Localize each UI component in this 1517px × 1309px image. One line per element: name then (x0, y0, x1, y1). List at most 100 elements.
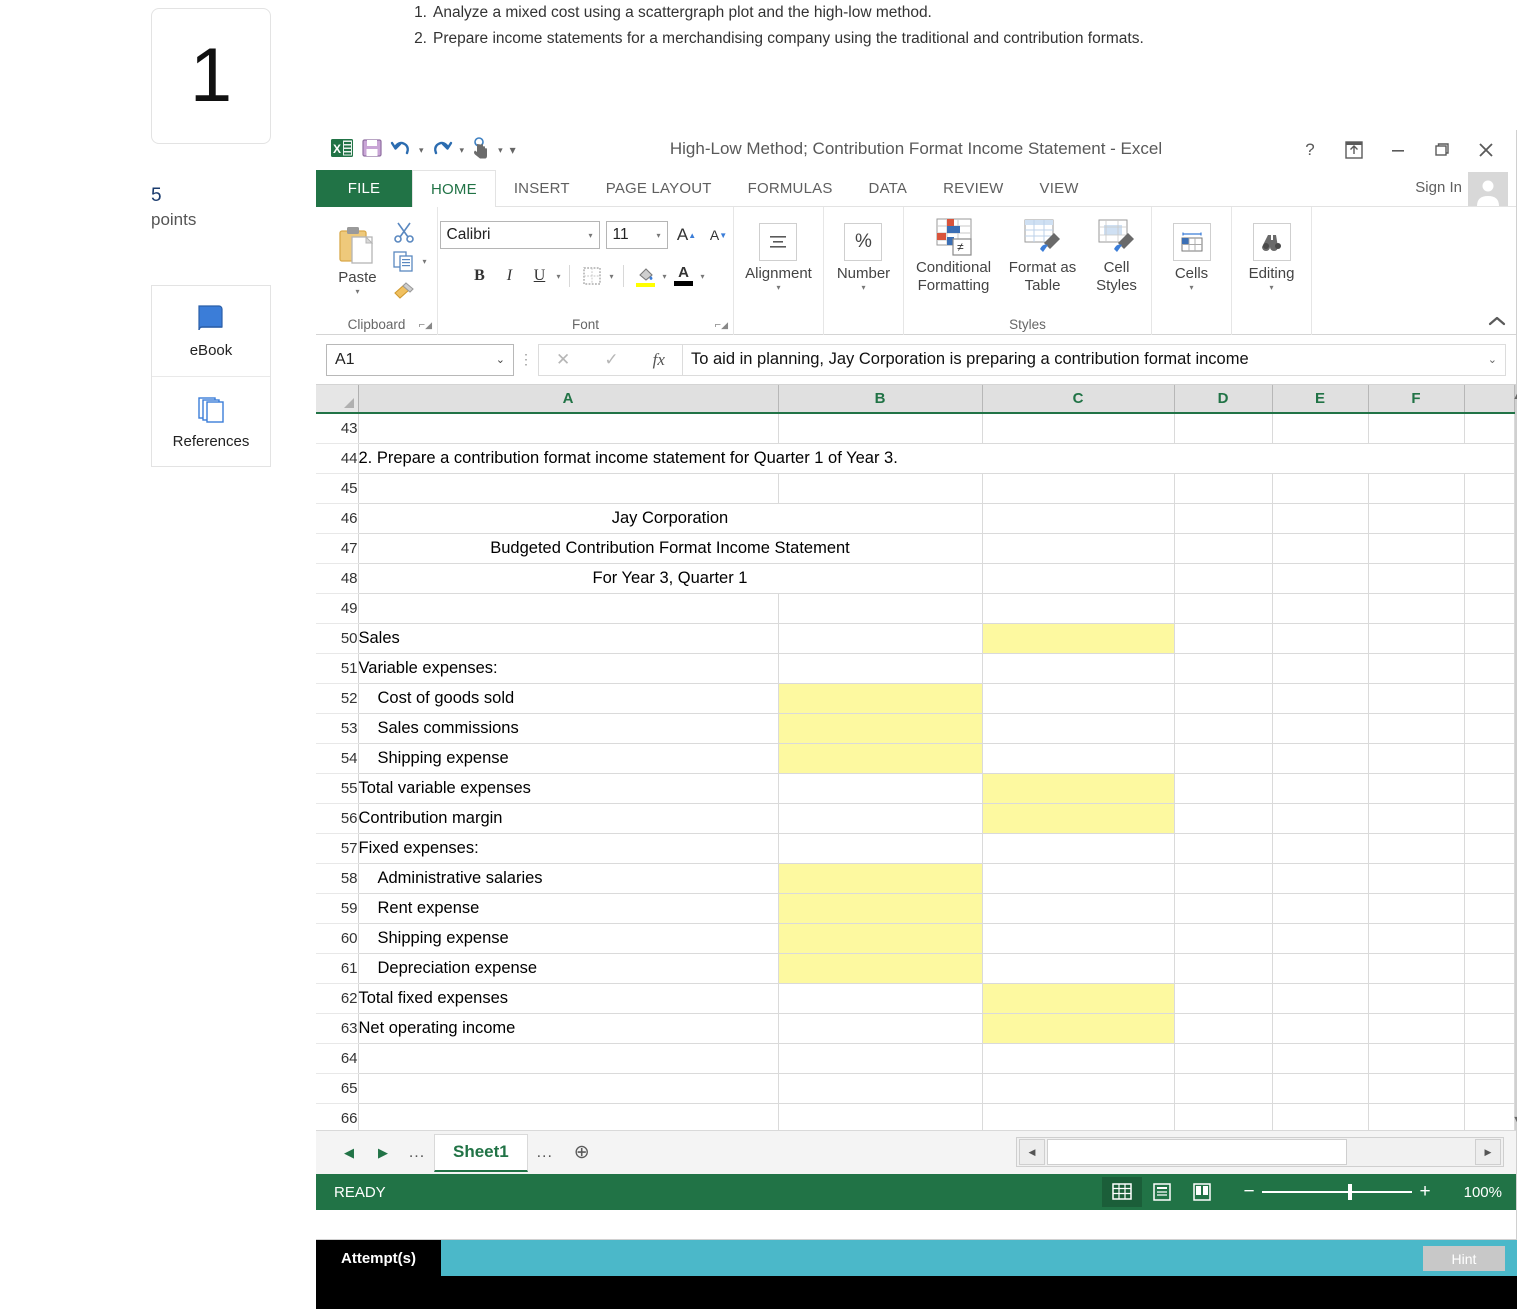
cell-partial51[interactable] (1464, 653, 1515, 684)
cell-d48[interactable] (1174, 563, 1273, 594)
page-break-view-icon[interactable] (1182, 1177, 1222, 1207)
cell-c65[interactable] (982, 1073, 1175, 1104)
row-header[interactable]: 47 (316, 533, 359, 564)
fill-color-dropdown-caret[interactable]: ▾ (663, 272, 667, 281)
cell-e49[interactable] (1272, 593, 1369, 624)
cell-c48[interactable] (982, 563, 1175, 594)
fill-color-icon[interactable] (633, 263, 659, 289)
cell-b43[interactable] (778, 413, 983, 444)
cell-a52[interactable]: Cost of goods sold (358, 683, 779, 714)
column-header-partial[interactable] (1464, 385, 1515, 414)
cell-a51[interactable]: Variable expenses: (358, 653, 779, 684)
cell-d55[interactable] (1174, 773, 1273, 804)
cell-e60[interactable] (1272, 923, 1369, 954)
cell-f58[interactable] (1368, 863, 1465, 894)
cell-c66[interactable] (982, 1103, 1175, 1130)
cell-f51[interactable] (1368, 653, 1465, 684)
cell-partial63[interactable] (1464, 1013, 1515, 1044)
cell-d50[interactable] (1174, 623, 1273, 654)
row-header[interactable]: 62 (316, 983, 359, 1014)
row-header[interactable]: 57 (316, 833, 359, 864)
row-header[interactable]: 56 (316, 803, 359, 834)
normal-view-icon[interactable] (1102, 1177, 1142, 1207)
cell-d58[interactable] (1174, 863, 1273, 894)
cell-a49[interactable] (358, 593, 779, 624)
column-header-d[interactable]: D (1174, 385, 1273, 414)
cell-b55[interactable] (778, 773, 983, 804)
cell-a57[interactable]: Fixed expenses: (358, 833, 779, 864)
prev-sheet-icon[interactable]: ◀ (332, 1145, 366, 1161)
cell-e55[interactable] (1272, 773, 1369, 804)
underline-dropdown-caret[interactable]: ▾ (556, 272, 560, 281)
ebook-button[interactable]: eBook (152, 286, 270, 376)
cell-partial66[interactable] (1464, 1103, 1515, 1130)
cell-partial45[interactable] (1464, 473, 1515, 504)
cell-f47[interactable] (1368, 533, 1465, 564)
column-header-e[interactable]: E (1272, 385, 1369, 414)
cell-c61[interactable] (982, 953, 1175, 984)
cell-d59[interactable] (1174, 893, 1273, 924)
tab-formulas[interactable]: FORMULAS (730, 170, 851, 207)
formula-expand-caret[interactable]: ⌄ (1488, 353, 1497, 366)
cell-b59[interactable] (778, 893, 983, 924)
cell-a50[interactable]: Sales (358, 623, 779, 654)
ribbon-display-options-icon[interactable] (1332, 135, 1376, 165)
cell-c57[interactable] (982, 833, 1175, 864)
cell-e50[interactable] (1272, 623, 1369, 654)
font-name-caret[interactable]: ▾ (588, 231, 592, 240)
format-painter-button[interactable] (392, 277, 426, 303)
cell-b51[interactable] (778, 653, 983, 684)
cell-partial53[interactable] (1464, 713, 1515, 744)
cell-b57[interactable] (778, 833, 983, 864)
cell-d54[interactable] (1174, 743, 1273, 774)
cell-b53[interactable] (778, 713, 983, 744)
zoom-level[interactable]: 100% (1452, 1184, 1502, 1201)
cell-partial54[interactable] (1464, 743, 1515, 774)
cell-a53[interactable]: Sales commissions (358, 713, 779, 744)
next-sheet-icon[interactable]: ▶ (366, 1145, 400, 1161)
cell-partial58[interactable] (1464, 863, 1515, 894)
cell-a48[interactable]: For Year 3, Quarter 1 (358, 563, 983, 594)
cell-f55[interactable] (1368, 773, 1465, 804)
grow-font-icon[interactable]: A ▲ (674, 222, 700, 248)
cell-b54[interactable] (778, 743, 983, 774)
cell-e54[interactable] (1272, 743, 1369, 774)
cell-c50[interactable] (982, 623, 1175, 654)
paste-button[interactable]: Paste ▾ (326, 217, 388, 303)
row-header[interactable]: 61 (316, 953, 359, 984)
cell-partial59[interactable] (1464, 893, 1515, 924)
help-icon[interactable]: ? (1288, 135, 1332, 165)
cell-b49[interactable] (778, 593, 983, 624)
cell-f49[interactable] (1368, 593, 1465, 624)
cell-e65[interactable] (1272, 1073, 1369, 1104)
cells-button[interactable]: Cells ▾ (1172, 223, 1211, 292)
row-header[interactable]: 64 (316, 1043, 359, 1074)
cell-c58[interactable] (982, 863, 1175, 894)
number-button[interactable]: % Number ▾ (837, 223, 890, 292)
cell-a46[interactable]: Jay Corporation (358, 503, 983, 534)
restore-icon[interactable] (1420, 135, 1464, 165)
alignment-button[interactable]: Alignment ▾ (745, 223, 812, 292)
tab-file[interactable]: FILE (316, 170, 412, 207)
row-header[interactable]: 63 (316, 1013, 359, 1044)
cell-b64[interactable] (778, 1043, 983, 1074)
cell-a54[interactable]: Shipping expense (358, 743, 779, 774)
cell-e52[interactable] (1272, 683, 1369, 714)
cell-d62[interactable] (1174, 983, 1273, 1014)
cell-a66[interactable] (358, 1103, 779, 1130)
cell-c55[interactable] (982, 773, 1175, 804)
copy-button[interactable]: ▾ (392, 248, 427, 274)
cell-f66[interactable] (1368, 1103, 1465, 1130)
cell-a56[interactable]: Contribution margin (358, 803, 779, 834)
cell-a62[interactable]: Total fixed expenses (358, 983, 779, 1014)
cell-c49[interactable] (982, 593, 1175, 624)
cell-e58[interactable] (1272, 863, 1369, 894)
tab-home[interactable]: HOME (412, 170, 496, 208)
cell-b58[interactable] (778, 863, 983, 894)
horizontal-scrollbar[interactable]: ◀ ▶ (1016, 1137, 1504, 1167)
cell-b66[interactable] (778, 1103, 983, 1130)
cell-f62[interactable] (1368, 983, 1465, 1014)
sheet-dots-right[interactable]: ... (528, 1144, 562, 1162)
row-header[interactable]: 59 (316, 893, 359, 924)
cell-partial48[interactable] (1464, 563, 1515, 594)
